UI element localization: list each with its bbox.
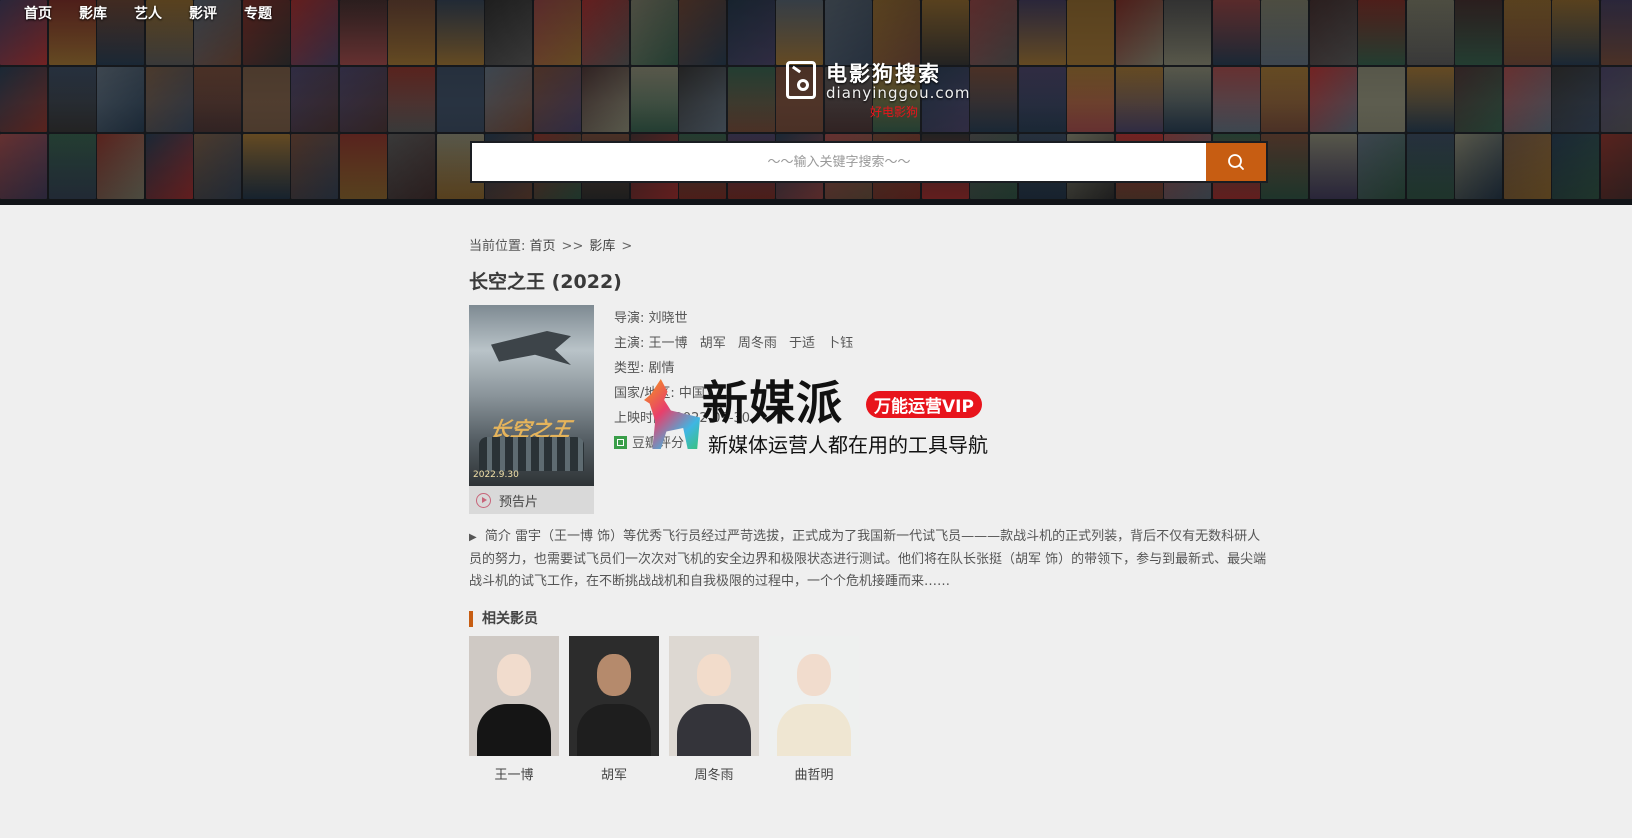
- breadcrumb-trail-separator: >: [621, 239, 633, 254]
- cast-link[interactable]: 于适: [789, 336, 815, 351]
- watermark-brand: 新媒派: [702, 376, 843, 430]
- genre-link[interactable]: 剧情: [649, 361, 675, 376]
- cast-link[interactable]: 周冬雨: [738, 336, 777, 351]
- triangle-right-icon: ▶: [469, 532, 477, 543]
- person-photo: [569, 636, 659, 756]
- breadcrumb-library[interactable]: 影库: [589, 239, 615, 254]
- movie-title: 长空之王 (2022): [469, 271, 622, 293]
- logo-domain: dianyinggou.com: [826, 84, 971, 102]
- search-input[interactable]: [472, 143, 1206, 181]
- breadcrumb-prefix: 当前位置:: [469, 239, 526, 254]
- site-logo[interactable]: 电影狗搜索 dianyinggou.com 好电影狗: [786, 58, 969, 119]
- breadcrumb: 当前位置: 首页 >> 影库 >: [469, 235, 1269, 254]
- person-card[interactable]: 周冬雨: [669, 636, 759, 783]
- search-bar: [470, 141, 1268, 183]
- cast-link[interactable]: 卜钰: [827, 336, 853, 351]
- genre-label: 类型:: [614, 361, 645, 376]
- poster-date: 2022.9.30: [473, 470, 519, 480]
- watermark-badge: 万能运营VIP: [866, 391, 982, 418]
- director-label: 导演:: [614, 311, 645, 326]
- nav-topics[interactable]: 专题: [242, 3, 297, 23]
- related-people: 王一博 胡军 周冬雨 曲哲明: [469, 636, 859, 783]
- synopsis-text: 雷宇（王一博 饰）等优秀飞行员经过严苛选拔，正式成为了我国新一代试飞员———款战…: [469, 529, 1267, 589]
- logo-mark-icon: [786, 61, 816, 99]
- director-link[interactable]: 刘晓世: [649, 311, 688, 326]
- nav-library[interactable]: 影库: [77, 3, 132, 23]
- nav-home[interactable]: 首页: [22, 3, 77, 23]
- person-name: 王一博: [494, 768, 534, 783]
- watermark-ad: 新媒派 万能运营VIP 新媒体运营人都在用的工具导航: [640, 377, 1000, 457]
- movie-poster[interactable]: 长空之王 2022.9.30: [469, 305, 594, 486]
- poster-crew-graphic: [479, 437, 584, 471]
- search-button[interactable]: [1206, 143, 1266, 181]
- breadcrumb-home[interactable]: 首页: [530, 239, 556, 254]
- top-nav: 首页 影库 艺人 影评 专题: [22, 3, 297, 23]
- person-name: 胡军: [600, 768, 627, 783]
- search-icon: [1228, 154, 1244, 170]
- watermark-slogan: 新媒体运营人都在用的工具导航: [708, 433, 988, 457]
- breadcrumb-separator: >>: [561, 239, 584, 254]
- douban-icon: [614, 436, 627, 449]
- cast-label: 主演:: [614, 336, 645, 351]
- director-row: 导演: 刘晓世: [614, 307, 861, 332]
- synopsis-label: 简介: [484, 529, 511, 544]
- related-heading: 相关影员: [469, 611, 538, 627]
- poster-jet-graphic: [491, 331, 571, 365]
- trailer-button[interactable]: 预告片: [469, 486, 594, 514]
- person-card[interactable]: 王一博: [469, 636, 559, 783]
- person-name: 曲哲明: [794, 768, 834, 783]
- play-icon: [476, 492, 491, 508]
- cast-link[interactable]: 王一博: [649, 336, 688, 351]
- person-card[interactable]: 曲哲明: [769, 636, 859, 783]
- main-content: 当前位置: 首页 >> 影库 > 长空之王 (2022) 长空之王 2022.9.30…: [469, 235, 1269, 783]
- person-photo: [769, 636, 859, 756]
- cast-link[interactable]: 胡军: [700, 336, 726, 351]
- header-banner: 首页 影库 艺人 影评 专题 电影狗搜索 dianyinggou.com 好电影…: [0, 0, 1632, 205]
- nav-artists[interactable]: 艺人: [132, 3, 187, 23]
- cast-row: 主演: 王一博 胡军 周冬雨 于适 卜钰: [614, 332, 861, 357]
- person-photo: [469, 636, 559, 756]
- deer-logo-icon: [644, 379, 700, 449]
- person-photo: [669, 636, 759, 756]
- person-name: 周冬雨: [694, 768, 734, 783]
- person-card[interactable]: 胡军: [569, 636, 659, 783]
- logo-slogan: 好电影狗: [870, 105, 919, 119]
- synopsis: ▶ 简介 雷宇（王一博 饰）等优秀飞行员经过严苛选拔，正式成为了我国新一代试飞员…: [469, 526, 1269, 593]
- nav-reviews[interactable]: 影评: [187, 3, 242, 23]
- trailer-label: 预告片: [499, 494, 539, 510]
